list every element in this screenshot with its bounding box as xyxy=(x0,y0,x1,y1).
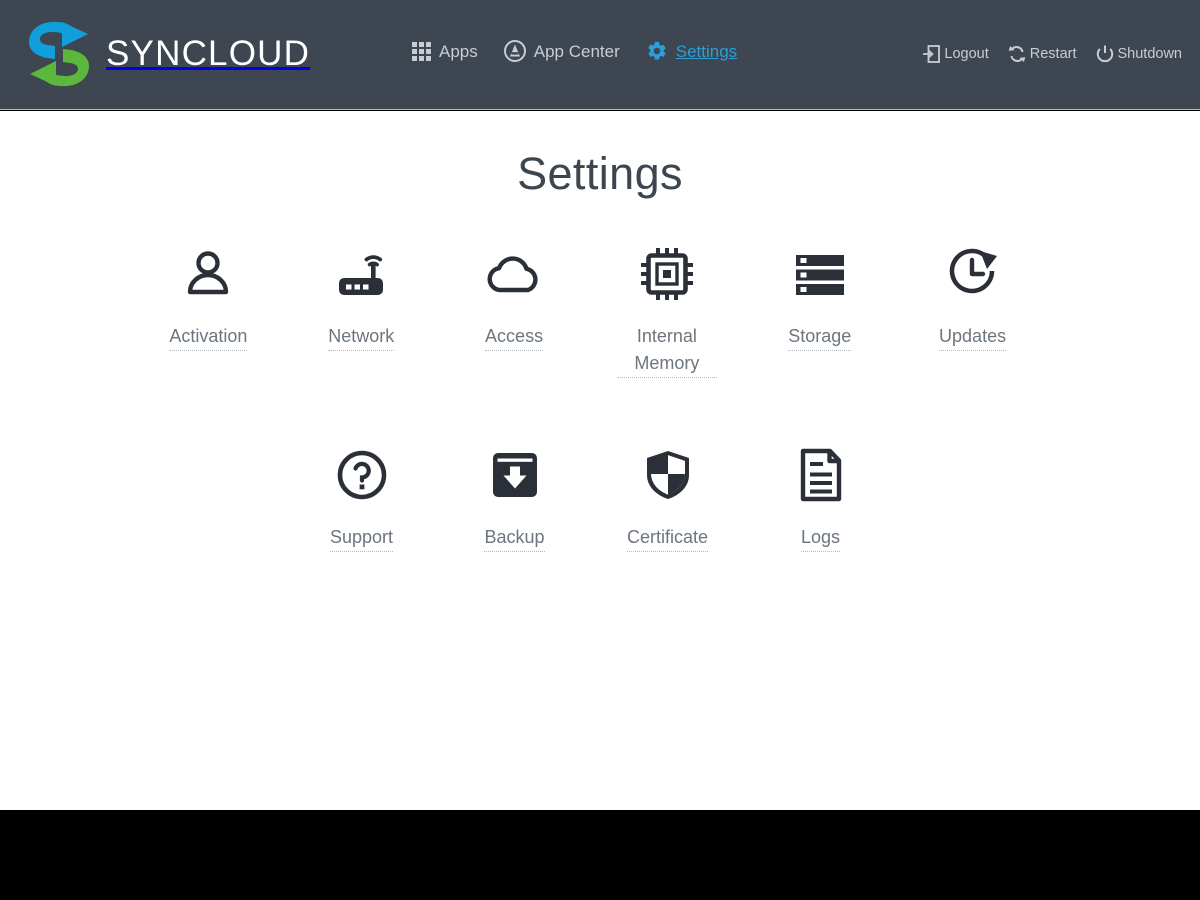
nav-label-app-center: App Center xyxy=(533,41,620,61)
grid-apps-icon xyxy=(412,41,431,61)
syncloud-circular-arrows-logo xyxy=(29,21,89,87)
tile-label: Backup xyxy=(484,524,545,552)
settings-tile-access[interactable]: Access xyxy=(438,243,591,351)
content-area: Settings Activation Network Access Inter… xyxy=(0,111,1200,810)
logout-button[interactable]: Logout xyxy=(921,44,989,64)
settings-tile-logs[interactable]: Logs xyxy=(744,444,897,552)
shutdown-button[interactable]: Shutdown xyxy=(1095,44,1183,64)
tile-label: Logs xyxy=(800,524,841,552)
nav-item-apps[interactable]: Apps xyxy=(412,41,478,61)
logout-label: Logout xyxy=(944,45,989,62)
app-center-circle-a-icon xyxy=(503,40,526,62)
tile-label: Internal Memory xyxy=(616,323,717,378)
person-icon xyxy=(179,243,237,305)
tile-row: Support Backup Certificate Logs xyxy=(285,444,1049,552)
server-stack-icon xyxy=(791,243,849,305)
system-actions: Logout Restart Shutdown xyxy=(921,44,1182,64)
tile-label: Support xyxy=(329,524,394,552)
main-navigation: Apps App Center Settings xyxy=(412,40,737,62)
tile-label: Updates xyxy=(939,323,1007,351)
nav-item-settings[interactable]: Settings xyxy=(646,40,737,62)
settings-tile-activation[interactable]: Activation xyxy=(132,243,285,351)
nav-label-apps: Apps xyxy=(439,41,478,61)
tile-label: Access xyxy=(485,323,544,351)
settings-tile-certificate[interactable]: Certificate xyxy=(591,444,744,552)
document-lines-icon xyxy=(792,444,850,506)
clock-refresh-icon xyxy=(944,243,1002,305)
cpu-chip-icon xyxy=(638,243,696,305)
settings-tile-network[interactable]: Network xyxy=(285,243,438,351)
logout-arrow-icon xyxy=(923,45,941,63)
cloud-icon xyxy=(483,243,545,305)
shield-icon xyxy=(639,444,697,506)
tile-row: Activation Network Access Internal Memor… xyxy=(132,243,1049,378)
brand-name: SYNCLOUD xyxy=(106,34,311,73)
tile-label: Storage xyxy=(788,323,852,351)
restart-button[interactable]: Restart xyxy=(1007,44,1077,64)
settings-tile-backup[interactable]: Backup xyxy=(438,444,591,552)
wifi-router-icon xyxy=(332,243,390,305)
restart-label: Restart xyxy=(1029,45,1077,62)
page-title: Settings xyxy=(517,148,683,199)
brand-home-link[interactable]: SYNCLOUD xyxy=(22,18,310,90)
settings-tile-storage[interactable]: Storage xyxy=(743,243,896,351)
settings-tile-grid: Activation Network Access Internal Memor… xyxy=(132,243,1049,552)
nav-label-settings: Settings xyxy=(675,41,738,61)
bottom-black-area xyxy=(0,810,1200,900)
question-circle-icon xyxy=(333,444,391,506)
settings-tile-updates[interactable]: Updates xyxy=(896,243,1049,351)
settings-tile-support[interactable]: Support xyxy=(285,444,438,552)
nav-item-app-center[interactable]: App Center xyxy=(503,40,620,62)
tile-label: Network xyxy=(328,323,395,351)
restart-circular-arrows-icon xyxy=(1008,46,1026,62)
tile-label: Activation xyxy=(169,323,248,351)
shutdown-label: Shutdown xyxy=(1117,45,1183,62)
power-icon xyxy=(1096,45,1113,63)
settings-tile-internal-memory[interactable]: Internal Memory xyxy=(590,243,743,378)
archive-download-icon xyxy=(486,444,544,506)
gear-icon xyxy=(648,41,666,60)
tile-label: Certificate xyxy=(626,524,709,552)
top-header-bar: SYNCLOUD Apps App Center Settings Logout… xyxy=(0,0,1200,110)
app-window: SYNCLOUD Apps App Center Settings Logout… xyxy=(0,0,1200,900)
